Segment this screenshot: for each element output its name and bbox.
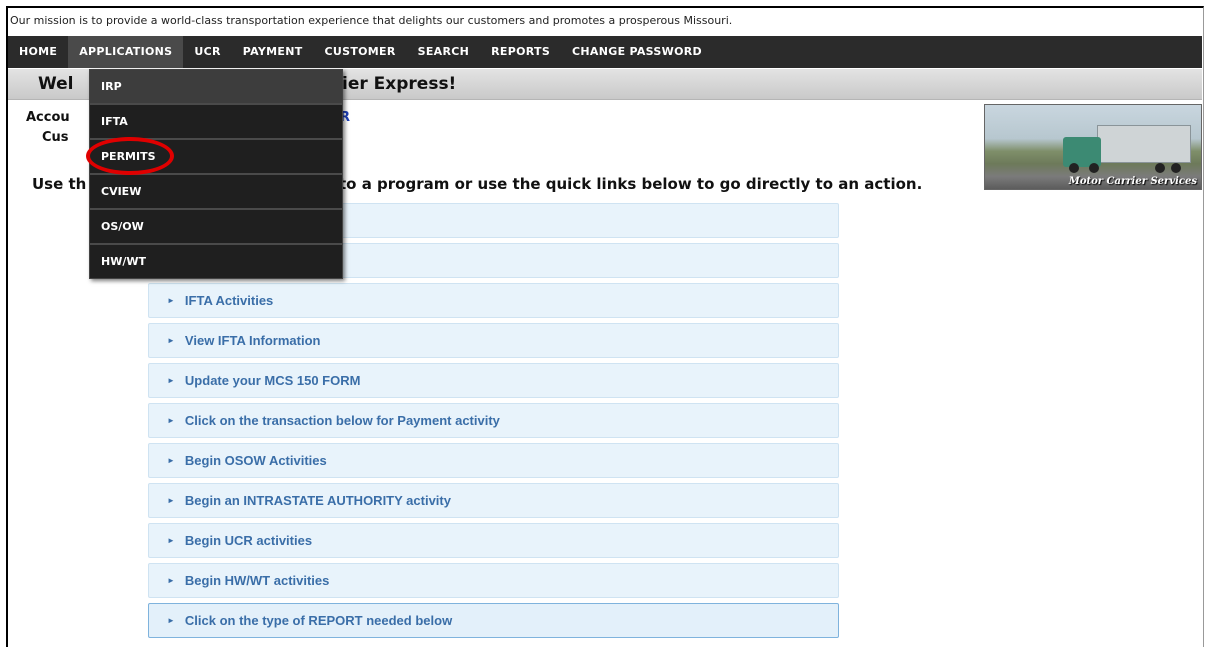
arrow-right-icon: ► [167,336,175,345]
welcome-title-right: ier Express! [342,74,457,94]
truck-wheel [1155,163,1165,173]
arrow-right-icon: ► [167,576,175,585]
mission-statement: Our mission is to provide a world-class … [10,14,733,27]
quick-link-label: Click on the transaction below for Payme… [184,413,500,428]
arrow-right-icon: ► [167,456,175,465]
quick-link-label: Begin an INTRASTATE AUTHORITY activity [184,493,451,508]
arrow-right-icon: ► [167,376,175,385]
arrow-right-icon: ► [167,296,175,305]
quick-link-label: Begin HW/WT activities [184,573,330,588]
quick-link-label: Click on the type of REPORT needed below [184,613,453,628]
menu-item-ifta[interactable]: IFTA [90,105,342,140]
instruction-left: Use th [32,175,87,193]
menu-item-cview[interactable]: CVIEW [90,175,342,210]
quick-link-label: Begin OSOW Activities [184,453,327,468]
nav-change-password[interactable]: CHANGE PASSWORD [561,36,713,68]
quick-link-payment[interactable]: ► Click on the transaction below for Paym… [148,403,839,438]
motor-carrier-photo: Motor Carrier Services [984,104,1202,190]
photo-caption: Motor Carrier Services [1068,176,1197,187]
truck-wheel [1069,163,1079,173]
nav-customer[interactable]: CUSTOMER [314,36,407,68]
arrow-right-icon: ► [167,536,175,545]
arrow-right-icon: ► [167,416,175,425]
nav-payment[interactable]: PAYMENT [232,36,314,68]
truck-wheel [1089,163,1099,173]
menu-item-irp[interactable]: IRP [90,70,342,105]
main-nav: HOME APPLICATIONS UCR PAYMENT CUSTOMER S… [8,36,1202,68]
quick-link-ifta-activities[interactable]: ► IFTA Activities [148,283,839,318]
quick-link-reports[interactable]: ► Click on the type of REPORT needed belo… [148,603,839,638]
quick-link-hwwt[interactable]: ► Begin HW/WT activities [148,563,839,598]
nav-reports[interactable]: REPORTS [480,36,561,68]
customer-label: Cus [42,130,69,145]
instruction-right: to a program or use the quick links belo… [339,175,923,193]
applications-dropdown-menu: IRP IFTA PERMITS CVIEW OS/OW HW/WT [89,69,343,279]
quick-link-label: View IFTA Information [184,333,321,348]
quick-link-label: IFTA Activities [184,293,274,308]
nav-home[interactable]: HOME [8,36,68,68]
nav-search[interactable]: SEARCH [407,36,481,68]
quick-link-label: Begin UCR activities [184,533,313,548]
quick-link-intrastate[interactable]: ► Begin an INTRASTATE AUTHORITY activity [148,483,839,518]
truck-trailer-shape [1097,125,1191,163]
nav-applications[interactable]: APPLICATIONS [68,36,184,68]
quick-link-view-ifta[interactable]: ► View IFTA Information [148,323,839,358]
truck-wheel [1171,163,1181,173]
arrow-right-icon: ► [167,616,175,625]
menu-item-osow[interactable]: OS/OW [90,210,342,245]
arrow-right-icon: ► [167,496,175,505]
welcome-title-left: Wel [38,74,74,94]
menu-item-hwwt[interactable]: HW/WT [90,245,342,278]
quick-link-osow[interactable]: ► Begin OSOW Activities [148,443,839,478]
quick-link-label: Update your MCS 150 FORM [184,373,361,388]
quick-link-ucr[interactable]: ► Begin UCR activities [148,523,839,558]
menu-item-permits[interactable]: PERMITS [90,140,342,175]
account-label: Accou [26,110,70,125]
quick-link-mcs150[interactable]: ► Update your MCS 150 FORM [148,363,839,398]
nav-ucr[interactable]: UCR [183,36,231,68]
